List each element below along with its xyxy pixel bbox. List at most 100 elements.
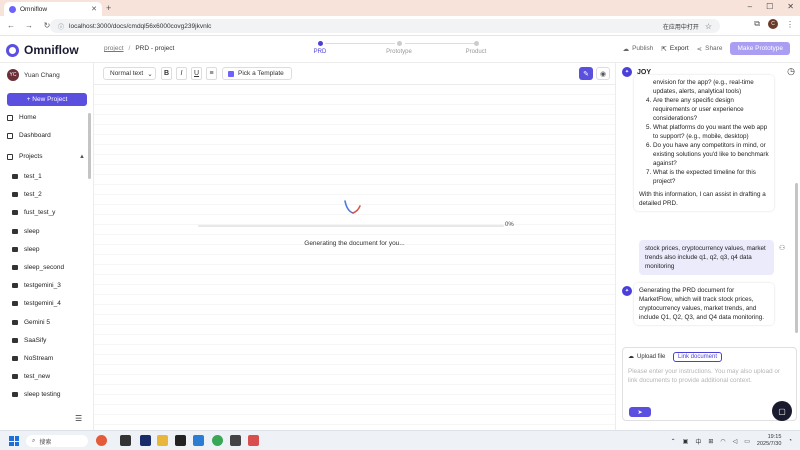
address-bar[interactable]: ⓘ localhost:3000/docs/cmdql56x6000covg23… (50, 19, 720, 33)
chevron-up-icon[interactable]: ⌃ (671, 438, 676, 445)
new-tab-icon[interactable]: + (106, 3, 111, 13)
bullet-list-button[interactable]: ≡ (206, 67, 217, 80)
speaker-icon[interactable]: ◁ (733, 438, 738, 445)
make-prototype-button[interactable]: Make Prototype (730, 42, 790, 55)
search-label: 搜索 (39, 439, 52, 446)
sidebar-item-projects[interactable]: Projects ▲ (7, 153, 87, 160)
clock-time: 19:15 (767, 434, 782, 440)
bold-button[interactable]: B (161, 67, 172, 80)
step-product[interactable]: Product (446, 41, 506, 55)
italic-button[interactable]: I (176, 67, 187, 80)
minimize-icon[interactable]: – (748, 2, 752, 11)
site-info-icon[interactable]: ⓘ (58, 22, 64, 31)
link-document-button[interactable]: Link document (673, 352, 723, 362)
edit-mode-button[interactable]: ✎ (579, 67, 593, 80)
new-project-button[interactable]: + New Project (7, 93, 87, 106)
sidebar-project-item[interactable]: sleep (12, 246, 40, 253)
sidebar-project-item[interactable]: fust_test_y (12, 209, 55, 216)
profile-avatar[interactable]: C (768, 19, 778, 29)
sidebar-project-item[interactable]: Gemini 5 (12, 319, 50, 326)
bookmark-star-icon[interactable]: ☆ (705, 22, 712, 31)
step-prototype[interactable]: Prototype (369, 41, 429, 55)
help-chat-button[interactable]: ▢ (772, 401, 792, 421)
sidebar-project-item[interactable]: sleep testing (12, 391, 61, 398)
taskbar-search[interactable]: ⌕ 搜索 (26, 435, 88, 447)
projects-icon (7, 153, 13, 160)
chrome-icon[interactable] (212, 435, 223, 446)
ime-indicator[interactable]: 中 (695, 437, 701, 446)
sidebar-item-home[interactable]: Home (7, 114, 87, 121)
sidebar-project-item[interactable]: testgemini_4 (12, 300, 61, 307)
preview-mode-button[interactable]: ◉ (596, 67, 610, 80)
text-format-select[interactable]: Normal text ⌄ (103, 67, 156, 80)
sidebar-scrollbar[interactable] (88, 113, 91, 179)
share-button[interactable]: ⋖ Share (697, 45, 723, 53)
clock[interactable]: 19:15 2025/7/30 (757, 434, 781, 448)
folder-icon (12, 392, 18, 398)
bot-question-list: Are there any specific design requiremen… (639, 96, 769, 186)
notification-icon[interactable]: ◔ (788, 438, 792, 444)
start-menu-icon[interactable] (9, 436, 19, 446)
app-icon[interactable] (248, 435, 259, 446)
publish-button[interactable]: ☁ Publish (623, 45, 654, 53)
step-prd[interactable]: PRD (290, 41, 350, 55)
sidebar-project-item[interactable]: sleep (12, 228, 40, 235)
pencil-icon: ✎ (583, 70, 589, 78)
close-tab-icon[interactable]: ✕ (91, 5, 97, 13)
chat-input[interactable]: Please enter your instructions. You may … (628, 367, 788, 385)
weather-icon[interactable] (96, 435, 107, 446)
logo[interactable]: Omniflow (6, 43, 79, 57)
yahoo-app-icon[interactable] (140, 435, 151, 446)
sidebar-project-item[interactable]: sleep_second (12, 264, 64, 271)
bot-message-partial: envision for the app? (e.g., real-time u… (653, 79, 754, 95)
command-prompt-icon[interactable] (230, 435, 241, 446)
sidebar-item-dashboard[interactable]: Dashboard (7, 132, 87, 139)
terminal-icon[interactable] (175, 435, 186, 446)
sidebar-project-item[interactable]: NoStream (12, 355, 53, 362)
export-button[interactable]: ⇱ Export (661, 45, 688, 53)
file-explorer-icon[interactable] (157, 435, 168, 446)
user-profile[interactable]: YC Yuan Chang (7, 69, 60, 81)
task-view-icon[interactable] (120, 435, 131, 446)
step-dot (396, 41, 402, 46)
close-window-icon[interactable]: ✕ (787, 2, 794, 11)
back-icon[interactable]: ← (4, 21, 18, 30)
browser-menu-icon[interactable]: ⋮ (786, 20, 794, 29)
sidebar-project-item[interactable]: testgemini_3 (12, 282, 61, 289)
template-label: Pick a Template (238, 70, 284, 77)
breadcrumb-project-link[interactable]: project (104, 45, 124, 52)
underline-button[interactable]: U (191, 67, 202, 80)
loading-spinner-icon (344, 200, 361, 214)
dashboard-icon (7, 132, 13, 139)
extensions-icon[interactable]: ⧉ (754, 19, 760, 29)
history-icon[interactable]: ◷ (787, 66, 795, 77)
open-in-app-button[interactable]: 在应用中打开 (663, 22, 699, 31)
chat-scrollbar[interactable] (795, 183, 798, 333)
maximize-icon[interactable]: ☐ (766, 2, 773, 11)
browser-tab[interactable]: Omniflow ✕ (4, 2, 102, 16)
joy-avatar-icon: ✦ (622, 67, 632, 77)
language-icon[interactable]: ⊞ (708, 438, 713, 445)
wifi-icon[interactable]: ◠ (720, 438, 725, 445)
list-item: Do you have any competitors in mind, or … (653, 141, 769, 168)
send-button[interactable]: ➤ (629, 407, 651, 417)
vscode-icon[interactable] (193, 435, 204, 446)
user-icon: ⚇ (779, 245, 786, 252)
editor-body[interactable]: 0% Generating the document for you... (94, 85, 615, 430)
bot-message-footer: With this information, I can assist in d… (639, 191, 766, 207)
cloud-upload-icon: ☁ (622, 45, 630, 53)
sidebar-project-item[interactable]: test_2 (12, 191, 42, 198)
chevron-up-icon[interactable]: ▲ (79, 154, 85, 160)
text-format-value: Normal text (110, 70, 144, 77)
forward-icon[interactable]: → (22, 21, 36, 30)
sidebar-project-item[interactable]: test_new (12, 373, 50, 380)
sidebar-project-label: testgemini_4 (24, 300, 61, 308)
sidebar-project-item[interactable]: SaaSify (12, 337, 46, 344)
bot-message: envision for the app? (e.g., real-time u… (634, 75, 774, 211)
app-tray-icon[interactable]: ▣ (683, 438, 689, 445)
collapse-sidebar-icon[interactable]: ☰ (75, 414, 82, 423)
battery-icon[interactable]: ▭ (744, 438, 750, 445)
pick-template-button[interactable]: Pick a Template (222, 67, 292, 80)
sidebar-project-item[interactable]: test_1 (12, 173, 42, 180)
upload-file-button[interactable]: ☁ Upload file (628, 353, 665, 361)
